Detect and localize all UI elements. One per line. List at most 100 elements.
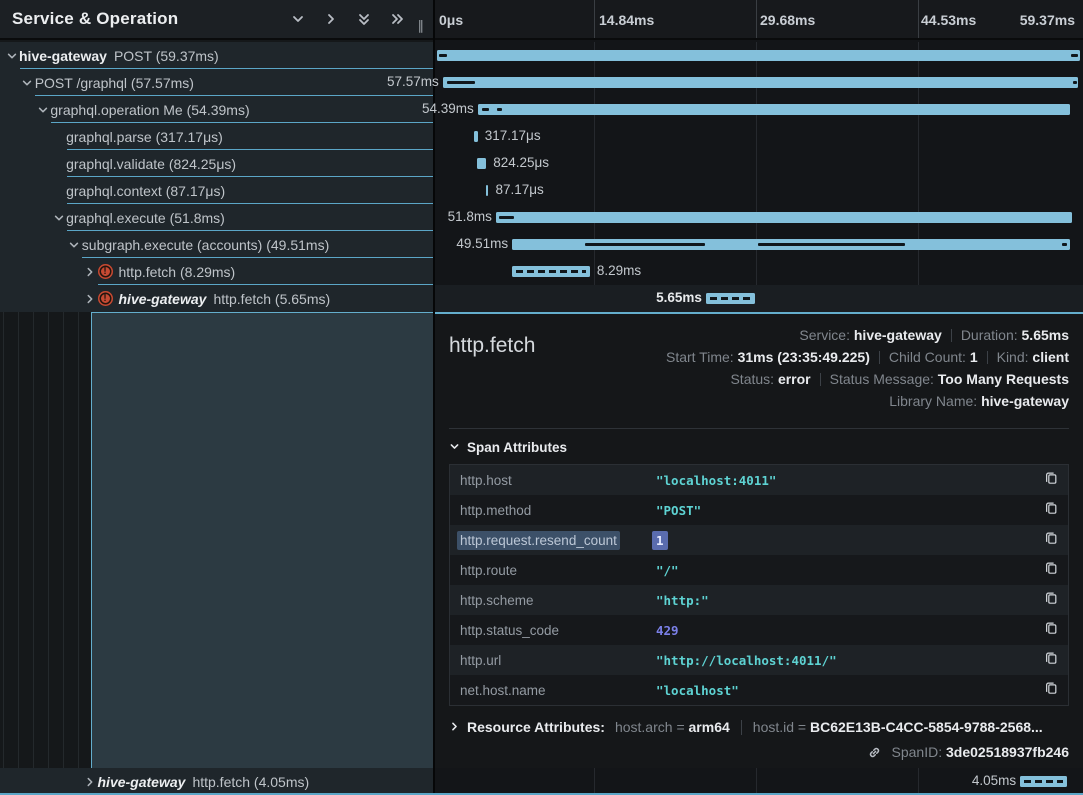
ruler-tick: 59.37ms (1020, 12, 1075, 28)
bar-duration-label: 317.17μs (485, 128, 541, 143)
span-bar[interactable] (474, 131, 478, 142)
chevrons-down-icon[interactable] (357, 12, 371, 26)
span-attributes-toggle[interactable]: Span Attributes (449, 440, 1069, 455)
timeline-row[interactable]: 57.57ms (435, 69, 1083, 96)
copy-icon[interactable] (1036, 500, 1058, 520)
copy-icon[interactable] (1036, 650, 1058, 670)
tree-row[interactable]: hive-gatewayPOST (59.37ms) (0, 42, 433, 69)
span-bar[interactable] (486, 185, 488, 196)
resource-attr-value: arm64 (689, 719, 730, 735)
attribute-key: net.host.name (460, 683, 656, 698)
span-bar[interactable] (706, 293, 755, 304)
ruler-gridline (594, 0, 595, 38)
span-bar[interactable] (512, 266, 590, 277)
tree-row[interactable]: POST /graphql (57.57ms) (0, 69, 433, 96)
span-id-value: 3de02518937fb246 (946, 744, 1069, 760)
chevron-right-icon[interactable] (83, 293, 98, 305)
meta-value: 31ms (23:35:49.225) (738, 349, 870, 365)
span-id-label: SpanID: (892, 744, 943, 760)
tree-row[interactable]: graphql.operation Me (54.39ms) (0, 96, 433, 123)
separator (987, 351, 988, 364)
span-bar[interactable] (477, 158, 486, 169)
chevron-down-icon[interactable] (35, 104, 50, 116)
selected-span-expanded-area[interactable] (91, 312, 433, 768)
span-bar[interactable] (478, 104, 1070, 115)
chevron-down-icon (449, 440, 460, 455)
copy-icon[interactable] (1036, 620, 1058, 640)
ruler-tick: 14.84ms (599, 12, 654, 28)
error-icon: ! (98, 264, 113, 279)
tree-row[interactable]: !hive-gatewayhttp.fetch (5.65ms) (0, 285, 433, 312)
timeline-row[interactable]: 51.8ms (435, 204, 1083, 231)
chevron-down-icon[interactable] (51, 212, 66, 224)
bar-duration-label: 57.57ms (387, 74, 439, 89)
chevron-right-icon[interactable] (83, 776, 98, 788)
equals-sign: = (798, 719, 806, 735)
copy-icon[interactable] (1036, 680, 1058, 700)
tree-body: hive-gatewayPOST (59.37ms)POST /graphql … (0, 42, 433, 795)
bar-dash-pattern (1024, 780, 1063, 783)
copy-icon[interactable] (1036, 530, 1058, 550)
tree-row[interactable]: graphql.validate (824.25μs) (0, 150, 433, 177)
timeline-row[interactable]: 54.39ms (435, 96, 1083, 123)
tree-row[interactable]: graphql.context (87.17μs) (0, 177, 433, 204)
link-icon[interactable] (867, 744, 888, 760)
tree-row[interactable]: !http.fetch (8.29ms) (0, 258, 433, 285)
attribute-row: http.url"http://localhost:4011/" (450, 645, 1068, 675)
timeline-row[interactable]: 4.05ms (435, 768, 1083, 795)
attribute-key: http.method (460, 503, 656, 518)
copy-icon[interactable] (1036, 560, 1058, 580)
bar-mark (585, 243, 705, 246)
span-detail-panel: http.fetch Service: hive-gatewayDuration… (435, 312, 1083, 768)
meta-label: Service: (799, 327, 853, 343)
span-service-name: hive-gateway (119, 291, 207, 307)
timeline-row[interactable]: 317.17μs (435, 123, 1083, 150)
meta-label: Status: (730, 371, 777, 387)
separator (879, 351, 880, 364)
ruler-gridline (918, 0, 919, 38)
span-attributes-table: http.host"localhost:4011" http.method"POS… (449, 464, 1069, 706)
resource-attributes-title: Resource Attributes: (467, 719, 605, 735)
chevron-down-icon[interactable] (4, 50, 19, 62)
tree-row[interactable]: subgraph.execute (accounts) (49.51ms) (0, 231, 433, 258)
span-bar[interactable] (443, 77, 1078, 88)
span-attributes-title: Span Attributes (467, 440, 567, 455)
chevron-down-icon[interactable] (20, 77, 35, 89)
panel-resize-handle[interactable]: ∥ (418, 18, 426, 34)
meta-label: Status Message: (830, 371, 938, 387)
span-service-name: hive-gateway (98, 774, 186, 790)
ruler-tick: 29.68ms (760, 12, 815, 28)
timeline-row[interactable] (435, 42, 1083, 69)
chevron-right-icon[interactable] (83, 266, 98, 278)
tree-panel-title: Service & Operation (12, 9, 291, 29)
span-bar[interactable] (437, 50, 1080, 61)
meta-label: Kind: (997, 349, 1033, 365)
attribute-row: http.host"localhost:4011" (450, 465, 1068, 495)
copy-icon[interactable] (1036, 590, 1058, 610)
meta-line: Library Name: hive-gateway (666, 390, 1069, 412)
bar-duration-label: 51.8ms (448, 209, 492, 224)
timeline-row[interactable]: 5.65ms (435, 285, 1083, 312)
meta-label: Child Count: (889, 349, 970, 365)
bar-mark (499, 216, 515, 219)
timeline-row[interactable]: 8.29ms (435, 258, 1083, 285)
span-label: POST (59.37ms) (114, 48, 219, 64)
chevron-down-icon[interactable] (67, 239, 82, 251)
tree-row[interactable]: hive-gatewayhttp.fetch (4.05ms) (0, 768, 433, 795)
chevrons-right-icon[interactable] (390, 12, 404, 26)
chevron-down-icon[interactable] (291, 12, 305, 26)
copy-icon[interactable] (1036, 470, 1058, 490)
span-bar[interactable] (496, 212, 1072, 223)
attribute-value: "POST" (656, 503, 1036, 518)
timeline-row[interactable]: 49.51ms (435, 231, 1083, 258)
bar-dash-pattern (516, 270, 586, 273)
resource-attributes-row[interactable]: Resource Attributes: host.arch = arm64 h… (449, 719, 1069, 735)
timeline-row[interactable]: 824.25μs (435, 150, 1083, 177)
tree-row[interactable]: graphql.execute (51.8ms) (0, 204, 433, 231)
tree-row[interactable]: graphql.parse (317.17μs) (0, 123, 433, 150)
span-bar[interactable] (1020, 776, 1067, 787)
tree-header: Service & Operation ∥ (0, 0, 433, 40)
chevron-right-icon[interactable] (324, 12, 338, 26)
timeline-ruler: 0μs 14.84ms 29.68ms 44.53ms 59.37ms (435, 0, 1083, 40)
timeline-row[interactable]: 87.17μs (435, 177, 1083, 204)
